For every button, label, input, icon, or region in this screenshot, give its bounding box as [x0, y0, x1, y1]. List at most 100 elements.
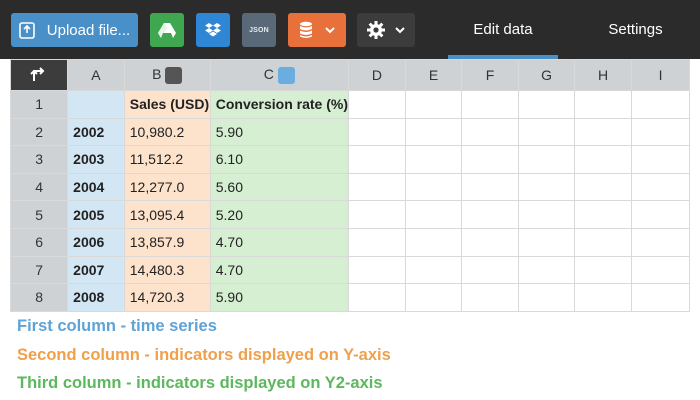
table-cell[interactable]: 2008 — [67, 283, 125, 312]
table-cell[interactable] — [517, 90, 576, 119]
table-cell[interactable]: 2007 — [67, 255, 125, 285]
row-header[interactable]: 7 — [10, 255, 69, 285]
table-cell[interactable]: 5.60 — [209, 172, 349, 202]
table-cell[interactable]: 2004 — [67, 172, 125, 202]
table-cell[interactable]: 2002 — [67, 117, 125, 147]
row-header[interactable]: 2 — [10, 117, 69, 147]
table-cell[interactable] — [67, 90, 125, 119]
database-dropdown-button[interactable] — [288, 13, 346, 47]
column-header-d[interactable]: D — [347, 59, 407, 91]
table-cell[interactable] — [574, 145, 633, 174]
table-cell[interactable] — [404, 172, 463, 202]
column-b-color-swatch[interactable] — [165, 66, 183, 84]
table-cell[interactable] — [574, 227, 633, 257]
table-cell[interactable] — [517, 172, 576, 202]
table-cell[interactable] — [461, 90, 519, 119]
table-cell[interactable]: 5.20 — [209, 200, 349, 229]
google-drive-button[interactable] — [150, 13, 184, 47]
table-cell[interactable]: 11,512.2 — [123, 145, 211, 174]
table-cell[interactable]: 5.90 — [209, 283, 349, 312]
table-cell[interactable]: 4.70 — [209, 255, 349, 285]
table-cell[interactable] — [404, 200, 463, 229]
table-cell[interactable] — [517, 145, 576, 174]
table-cell[interactable] — [461, 283, 519, 312]
table-cell[interactable] — [631, 117, 690, 147]
json-button[interactable]: JSON — [242, 13, 276, 47]
column-header-e[interactable]: E — [404, 59, 463, 91]
table-cell[interactable] — [461, 255, 519, 285]
column-header-b[interactable]: B — [123, 59, 211, 91]
row-header[interactable]: 4 — [10, 172, 69, 202]
table-cell[interactable] — [461, 117, 519, 147]
table-cell[interactable] — [631, 172, 690, 202]
column-header-h[interactable]: H — [574, 59, 633, 91]
table-cell[interactable] — [404, 227, 463, 257]
table-cell[interactable] — [347, 145, 407, 174]
table-cell[interactable] — [347, 90, 407, 119]
table-cell[interactable] — [631, 255, 690, 285]
table-cell[interactable]: 12,277.0 — [123, 172, 211, 202]
table-cell[interactable] — [517, 227, 576, 257]
table-cell[interactable] — [461, 200, 519, 229]
table-cell[interactable] — [574, 172, 633, 202]
column-header-f[interactable]: F — [461, 59, 519, 91]
table-cell[interactable] — [404, 255, 463, 285]
table-cell[interactable]: Conversion rate (%) — [209, 90, 349, 119]
dropbox-button[interactable] — [196, 13, 230, 47]
row-header[interactable]: 3 — [10, 145, 69, 174]
table-cell[interactable] — [347, 227, 407, 257]
table-cell[interactable]: Sales (USD) — [123, 90, 211, 119]
row-header[interactable]: 6 — [10, 227, 69, 257]
upload-file-button[interactable]: Upload file... — [11, 13, 138, 47]
table-cell[interactable] — [517, 283, 576, 312]
table-cell[interactable]: 13,857.9 — [123, 227, 211, 257]
column-c-color-swatch[interactable] — [277, 66, 295, 84]
row-header[interactable]: 8 — [10, 283, 69, 312]
table-cell[interactable] — [631, 90, 690, 119]
table-cell[interactable]: 5.90 — [209, 117, 349, 147]
table-cell[interactable] — [631, 200, 690, 229]
table-cell[interactable]: 14,480.3 — [123, 255, 211, 285]
table-cell[interactable] — [461, 227, 519, 257]
column-header-g[interactable]: G — [517, 59, 576, 91]
table-cell[interactable] — [461, 172, 519, 202]
swap-axes-corner-button[interactable] — [10, 59, 69, 91]
table-cell[interactable] — [631, 283, 690, 312]
table-cell[interactable] — [631, 227, 690, 257]
table-cell[interactable] — [517, 255, 576, 285]
table-cell[interactable] — [517, 200, 576, 229]
tab-edit-data[interactable]: Edit data — [448, 0, 558, 59]
table-cell[interactable]: 2005 — [67, 200, 125, 229]
table-cell[interactable]: 13,095.4 — [123, 200, 211, 229]
column-header-c[interactable]: C — [209, 59, 349, 91]
table-cell[interactable] — [404, 90, 463, 119]
column-header-a[interactable]: A — [67, 59, 125, 91]
table-cell[interactable]: 2003 — [67, 145, 125, 174]
table-cell[interactable] — [404, 283, 463, 312]
table-cell[interactable]: 14,720.3 — [123, 283, 211, 312]
table-cell[interactable] — [347, 283, 407, 312]
settings-gear-dropdown-button[interactable] — [357, 13, 415, 47]
table-cell[interactable] — [404, 117, 463, 147]
table-cell[interactable] — [461, 145, 519, 174]
table-cell[interactable] — [347, 200, 407, 229]
table-cell[interactable] — [347, 172, 407, 202]
table-cell[interactable] — [404, 145, 463, 174]
table-cell[interactable] — [517, 117, 576, 147]
table-cell[interactable] — [574, 90, 633, 119]
table-cell[interactable]: 6.10 — [209, 145, 349, 174]
table-cell[interactable]: 4.70 — [209, 227, 349, 257]
row-header[interactable]: 5 — [10, 200, 69, 229]
table-cell[interactable] — [347, 117, 407, 147]
table-cell[interactable]: 2006 — [67, 227, 125, 257]
table-cell[interactable] — [574, 283, 633, 312]
table-cell[interactable] — [347, 255, 407, 285]
table-cell[interactable]: 10,980.2 — [123, 117, 211, 147]
table-cell[interactable] — [631, 145, 690, 174]
row-header[interactable]: 1 — [10, 90, 69, 119]
table-cell[interactable] — [574, 200, 633, 229]
table-cell[interactable] — [574, 255, 633, 285]
column-header-i[interactable]: I — [631, 59, 690, 91]
tab-settings[interactable]: Settings — [578, 0, 693, 59]
spreadsheet-grid[interactable]: A B C D E F G H I 1 Sales (USD) Conversion… — [10, 59, 690, 312]
